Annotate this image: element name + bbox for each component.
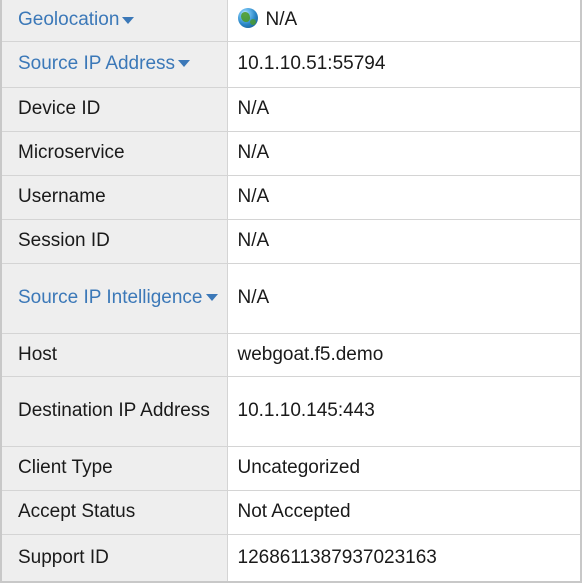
support-id-label: Support ID <box>0 533 228 583</box>
geolocation-value: N/A <box>265 9 298 31</box>
host-value: webgoat.f5.demo <box>226 332 582 377</box>
table-row: Username N/A <box>0 174 582 220</box>
source-ip-intelligence-label-cell: Source IP Intelligence <box>0 262 228 334</box>
username-label: Username <box>0 174 228 220</box>
table-row: Source IP Intelligence N/A <box>0 262 582 334</box>
table-row: Client Type Uncategorized <box>0 445 582 491</box>
source-ip-value: 10.1.10.51:55794 <box>226 40 582 88</box>
device-id-value: N/A <box>226 86 582 132</box>
geolocation-link[interactable]: Geolocation <box>18 9 135 30</box>
source-ip-address-link[interactable]: Source IP Address <box>18 53 191 74</box>
session-id-label: Session ID <box>0 218 228 264</box>
geolocation-value-cell: N/A <box>226 0 582 42</box>
support-id-value: 1268611387937023163 <box>226 533 582 583</box>
table-row: Accept Status Not Accepted <box>0 489 582 535</box>
destination-ip-label: Destination IP Address <box>0 375 228 447</box>
geolocation-label-cell: Geolocation <box>0 0 228 42</box>
table-row: Geolocation N/A <box>0 0 582 42</box>
globe-icon <box>237 8 258 29</box>
table-row: Source IP Address 10.1.10.51:55794 <box>0 40 582 88</box>
chevron-down-icon[interactable] <box>178 60 191 68</box>
table-row: Device ID N/A <box>0 86 582 132</box>
client-type-label: Client Type <box>0 445 228 491</box>
destination-ip-value: 10.1.10.145:443 <box>226 375 582 447</box>
microservice-value: N/A <box>226 130 582 176</box>
source-ip-intelligence-link[interactable]: Source IP Intelligence <box>18 287 218 308</box>
table-row: Support ID 1268611387937023163 <box>0 533 582 583</box>
table-row: Host webgoat.f5.demo <box>0 332 582 377</box>
source-ip-label-cell: Source IP Address <box>0 40 228 88</box>
accept-status-label: Accept Status <box>0 489 228 535</box>
table-row: Destination IP Address 10.1.10.145:443 <box>0 375 582 447</box>
request-details-table: Geolocation N/A Source IP Address 10.1.1… <box>0 0 582 583</box>
session-id-value: N/A <box>226 218 582 264</box>
host-label: Host <box>0 332 228 377</box>
table-row: Session ID N/A <box>0 218 582 264</box>
chevron-down-icon[interactable] <box>122 16 135 24</box>
source-ip-intelligence-value: N/A <box>226 262 582 334</box>
username-value: N/A <box>226 174 582 220</box>
client-type-value: Uncategorized <box>226 445 582 491</box>
microservice-label: Microservice <box>0 130 228 176</box>
device-id-label: Device ID <box>0 86 228 132</box>
chevron-down-icon[interactable] <box>205 294 218 302</box>
accept-status-value: Not Accepted <box>226 489 582 535</box>
table-row: Microservice N/A <box>0 130 582 176</box>
